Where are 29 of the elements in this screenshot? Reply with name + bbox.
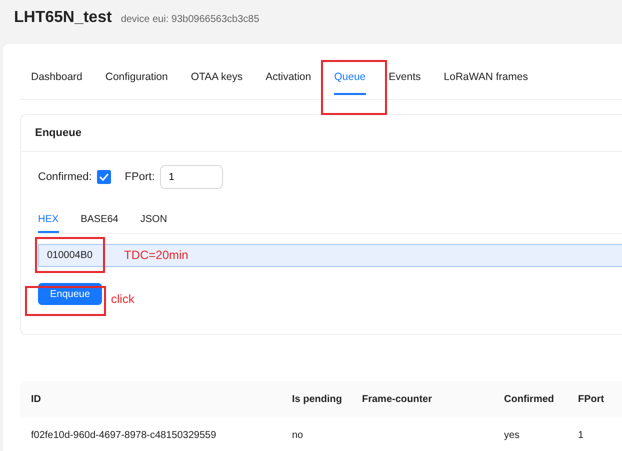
- column-header: Is pending: [291, 394, 343, 404]
- tab[interactable]: Dashboard: [31, 65, 82, 95]
- format-tab[interactable]: JSON: [140, 214, 168, 233]
- table-cell-text: yes: [503, 430, 521, 440]
- tab[interactable]: LoRaWAN frames: [444, 65, 528, 95]
- card-title: Enqueue: [21, 115, 622, 152]
- table-cell-text: 1: [577, 430, 585, 440]
- column-header: ID: [30, 394, 42, 404]
- fport-field[interactable]: 1: [160, 165, 223, 189]
- table-cell-text: f02fe10d-960d-4697-8978-c48150329559: [30, 430, 218, 440]
- annotation-text: click: [111, 292, 134, 306]
- device-title: LHT65N_test: [14, 9, 112, 27]
- column-header: Confirmed: [503, 394, 555, 404]
- format-tab[interactable]: BASE64: [80, 214, 118, 233]
- confirmed-label: Confirmed:: [38, 171, 92, 183]
- tab[interactable]: Configuration: [105, 65, 168, 95]
- tab[interactable]: Activation: [266, 65, 312, 95]
- device-eui: device eui: 93b0966563cb3c85: [120, 14, 260, 25]
- fport-label: FPort:: [124, 171, 155, 183]
- tab[interactable]: OTAA keys: [190, 65, 243, 95]
- table-cell-text: no: [291, 430, 304, 440]
- format-tab[interactable]: HEX: [38, 214, 59, 233]
- confirmed-checkbox[interactable]: [96, 170, 111, 184]
- tab[interactable]: Queue: [334, 65, 366, 95]
- enqueue-button[interactable]: Enqueue: [38, 283, 102, 305]
- annotation-text: TDC=20min: [124, 248, 188, 262]
- column-header: Frame-counter: [361, 394, 434, 404]
- column-header: FPort: [577, 394, 606, 404]
- tab[interactable]: Events: [388, 65, 421, 95]
